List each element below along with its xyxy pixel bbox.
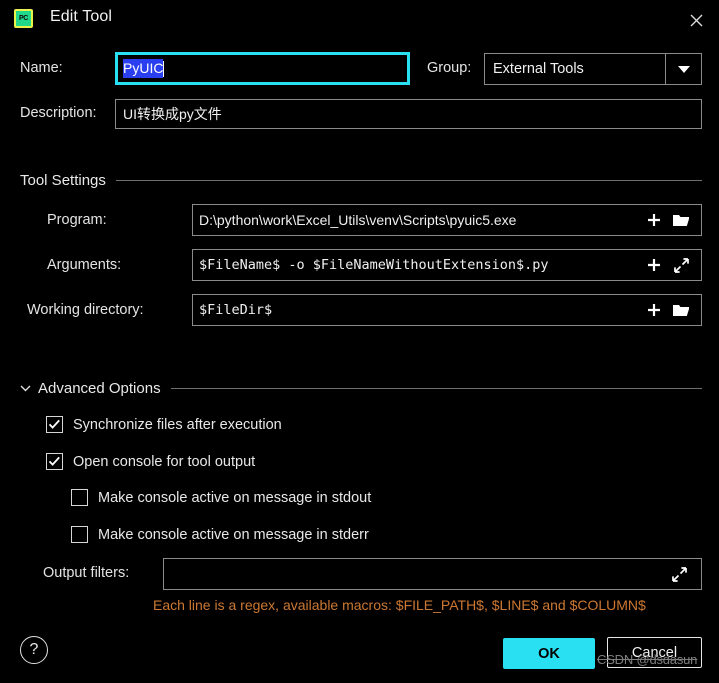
window-title: Edit Tool: [50, 8, 112, 25]
edit-tool-dialog: PC Edit Tool Name: PyUIC Group: External…: [0, 0, 719, 683]
help-icon: ?: [29, 641, 39, 658]
section-divider: [115, 180, 702, 181]
group-dropdown-value: External Tools: [493, 61, 584, 77]
program-label: Program:: [47, 212, 107, 228]
arguments-input[interactable]: $FileName$ -o $FileNameWithoutExtension$…: [192, 249, 702, 281]
arguments-input-value: $FileName$ -o $FileNameWithoutExtension$…: [199, 257, 549, 273]
program-field-actions: [645, 204, 690, 236]
arguments-label: Arguments:: [47, 257, 122, 273]
group-dropdown[interactable]: External Tools: [484, 53, 702, 85]
name-input[interactable]: PyUIC: [115, 52, 410, 85]
checkbox-box-checked[interactable]: [46, 416, 63, 433]
name-input-value: PyUIC: [123, 59, 164, 78]
checkbox-label: Open console for tool output: [73, 453, 256, 470]
checkbox-console-active-stdout[interactable]: Make console active on message in stdout: [71, 489, 371, 506]
chevron-down-icon[interactable]: [665, 54, 701, 84]
description-label: Description:: [20, 105, 97, 121]
checkbox-box-unchecked[interactable]: [71, 489, 88, 506]
checkbox-box-checked[interactable]: [46, 453, 63, 470]
pycharm-icon-label: PC: [18, 15, 29, 22]
checkbox-box-unchecked[interactable]: [71, 526, 88, 543]
checkbox-label: Synchronize files after execution: [73, 416, 282, 433]
working-directory-input[interactable]: $FileDir$: [192, 294, 702, 326]
insert-macro-icon[interactable]: [645, 211, 663, 229]
description-input[interactable]: UI转换成py文件: [115, 99, 702, 129]
arguments-field-actions: [645, 249, 690, 281]
output-filters-hint: Each line is a regex, available macros: …: [153, 597, 646, 613]
group-label: Group:: [427, 60, 472, 76]
help-button[interactable]: ?: [20, 636, 48, 664]
pycharm-icon: PC: [14, 9, 33, 28]
name-label: Name:: [20, 60, 63, 76]
chevron-down-icon: [20, 379, 31, 396]
program-input[interactable]: D:\python\work\Excel_Utils\venv\Scripts\…: [192, 204, 702, 236]
description-input-value: UI转换成py文件: [123, 106, 222, 122]
tool-settings-title: Tool Settings: [20, 172, 106, 189]
output-filters-input[interactable]: [163, 558, 702, 590]
advanced-options-label: Advanced Options: [38, 380, 161, 397]
checkbox-open-console[interactable]: Open console for tool output: [46, 453, 255, 470]
text-caret: [163, 60, 165, 77]
insert-macro-icon[interactable]: [645, 301, 663, 319]
watermark: CSDN @dsdasun: [597, 652, 698, 667]
section-divider: [170, 388, 702, 389]
checkbox-console-active-stderr[interactable]: Make console active on message in stderr: [71, 526, 369, 543]
expand-editor-icon[interactable]: [670, 565, 688, 583]
browse-folder-icon[interactable]: [672, 301, 690, 319]
ok-button[interactable]: OK: [503, 638, 595, 669]
close-icon[interactable]: [681, 6, 711, 34]
checkbox-label: Make console active on message in stdout: [98, 489, 372, 506]
working-directory-label: Working directory:: [27, 302, 144, 318]
advanced-options-section-header[interactable]: Advanced Options: [20, 380, 702, 397]
checkbox-synchronize-files[interactable]: Synchronize files after execution: [46, 416, 282, 433]
program-input-value: D:\python\work\Excel_Utils\venv\Scripts\…: [199, 212, 517, 228]
output-filters-label: Output filters:: [43, 565, 130, 581]
browse-folder-icon[interactable]: [672, 211, 690, 229]
working-directory-field-actions: [645, 294, 690, 326]
advanced-options-title: Advanced Options: [20, 380, 161, 397]
tool-settings-section-header: Tool Settings: [20, 172, 702, 189]
title-bar: PC Edit Tool: [0, 0, 719, 40]
insert-macro-icon[interactable]: [645, 256, 663, 274]
output-filters-field-actions: [670, 558, 688, 590]
working-directory-input-value: $FileDir$: [199, 302, 273, 318]
expand-editor-icon[interactable]: [672, 256, 690, 274]
checkbox-label: Make console active on message in stderr: [98, 526, 369, 543]
